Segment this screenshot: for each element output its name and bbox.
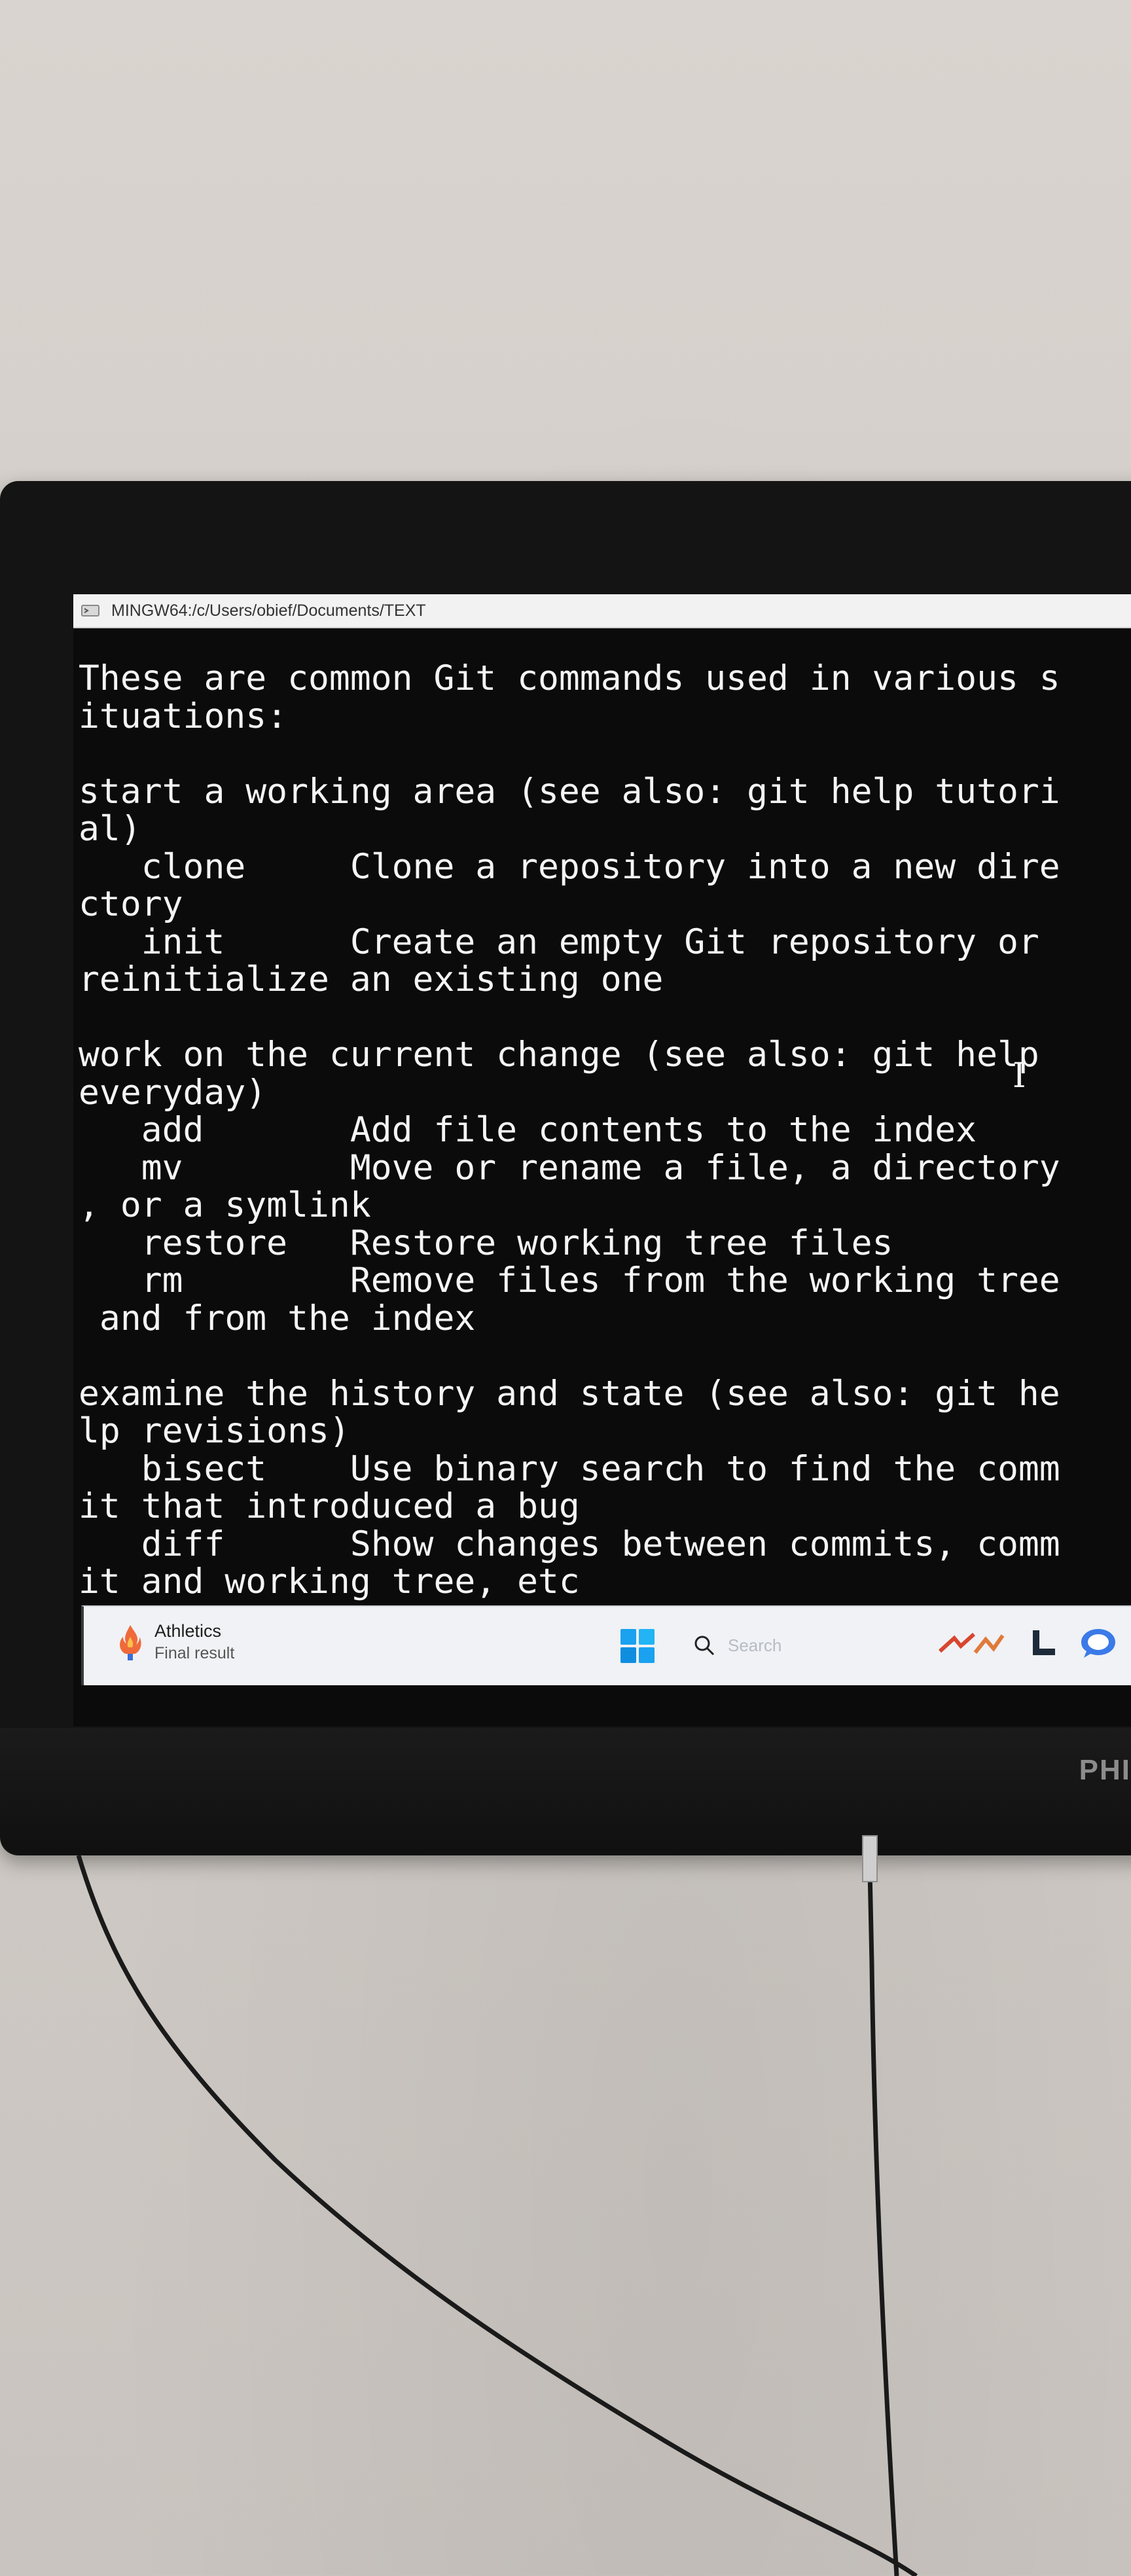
terminal-line: ituations: [79, 696, 288, 736]
taskbar: Athletics Final result Search [81, 1605, 1131, 1685]
chair-app-icon[interactable] [935, 1626, 1007, 1662]
terminal-line: it that introduced a bug [79, 1486, 580, 1526]
text-cursor-icon: I [1013, 1056, 1026, 1096]
news-subtitle: Final result [154, 1644, 235, 1662]
terminal-line: examine the history and state (see also:… [79, 1373, 1060, 1414]
terminal-line: rm Remove files from the working tree [79, 1261, 1060, 1300]
terminal-titlebar[interactable]: MINGW64:/c/Users/obief/Documents/TEXT [73, 594, 1131, 628]
search-icon [692, 1634, 716, 1657]
terminal-line: diff Show changes between commits, comm [79, 1524, 1060, 1564]
terminal-line: and from the index [79, 1298, 476, 1338]
monitor-bezel [0, 1728, 1131, 1855]
terminal-line: lp revisions) [79, 1411, 350, 1451]
terminal-line: , or a symlink [79, 1185, 371, 1225]
terminal-line: work on the current change (see also: gi… [79, 1035, 1039, 1075]
news-title: Athletics [154, 1621, 222, 1641]
terminal-line: clone Clone a repository into a new dire [79, 846, 1060, 887]
terminal-line: add Add file contents to the index [79, 1110, 977, 1150]
terminal-line: everyday) [79, 1072, 267, 1113]
terminal-line: mv Move or rename a file, a directory [79, 1147, 1060, 1188]
windows-start-icon[interactable] [619, 1628, 656, 1664]
monitor-brand-logo: PHI [1079, 1754, 1131, 1786]
terminal-line: init Create an empty Git repository or [79, 921, 1039, 962]
terminal-line: start a working area (see also: git help… [79, 771, 1060, 812]
terminal-line: These are common Git commands used in va… [79, 658, 1060, 698]
terminal-line: bisect Use binary search to find the com… [79, 1448, 1060, 1489]
terminal-line: restore Restore working tree files [79, 1223, 893, 1263]
terminal-line: it and working tree, etc [79, 1562, 580, 1601]
news-widget[interactable]: Athletics Final result [117, 1621, 234, 1663]
chat-app-icon[interactable] [1080, 1626, 1117, 1662]
terminal-line: al) [79, 809, 141, 849]
flame-icon [117, 1622, 144, 1662]
window-title: MINGW64:/c/Users/obief/Documents/TEXT [111, 601, 426, 620]
taskbar-apps [935, 1626, 1131, 1662]
terminal-output[interactable]: These are common Git commands used in va… [73, 658, 1131, 1600]
mingw-terminal-icon [80, 601, 102, 620]
terminal-line: ctory [79, 884, 183, 924]
search-placeholder: Search [728, 1635, 782, 1655]
l-app-icon[interactable] [1029, 1626, 1058, 1662]
taskbar-search[interactable]: Search [692, 1629, 863, 1662]
screen: MINGW64:/c/Users/obief/Documents/TEXT Th… [73, 594, 1131, 1726]
terminal-line: reinitialize an existing one [79, 959, 664, 999]
